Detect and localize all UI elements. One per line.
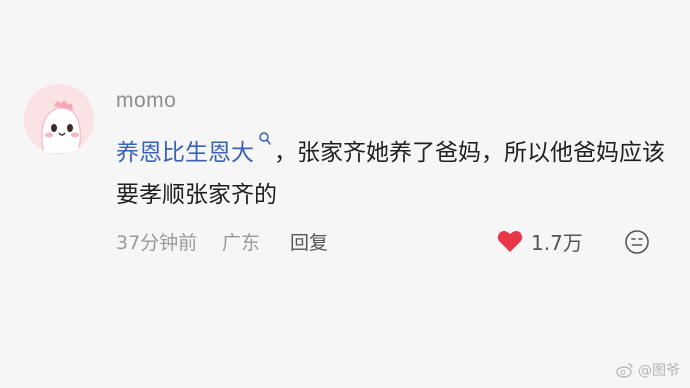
search-link[interactable]: 养恩比生恩大 <box>116 140 254 166</box>
weibo-icon <box>616 363 633 378</box>
reply-button[interactable]: 回复 <box>290 228 328 255</box>
search-icon[interactable] <box>256 130 274 148</box>
comment-time: 37分钟前 <box>116 232 198 254</box>
pink-dino-avatar-icon <box>24 84 94 154</box>
watermark-text: @图爷 <box>638 363 680 379</box>
like-count: 1.7万 <box>531 230 583 255</box>
comment-text: 养恩比生恩大 ，张家齐她养了爸妈，所以他爸妈应该要孝顺张家齐的 <box>116 130 676 216</box>
emoji-icon[interactable] <box>624 229 650 255</box>
comment-location: 广东 <box>222 232 261 254</box>
heart-icon <box>497 230 523 252</box>
username[interactable]: momo <box>116 89 176 113</box>
like-button[interactable]: 1.7万 <box>497 226 583 256</box>
watermark: @图爷 <box>616 360 680 380</box>
avatar[interactable] <box>24 84 94 154</box>
comment-card: momo 养恩比生恩大 ，张家齐她养了爸妈，所以他爸妈应该要孝顺张家齐的 37分钟… <box>0 0 690 388</box>
